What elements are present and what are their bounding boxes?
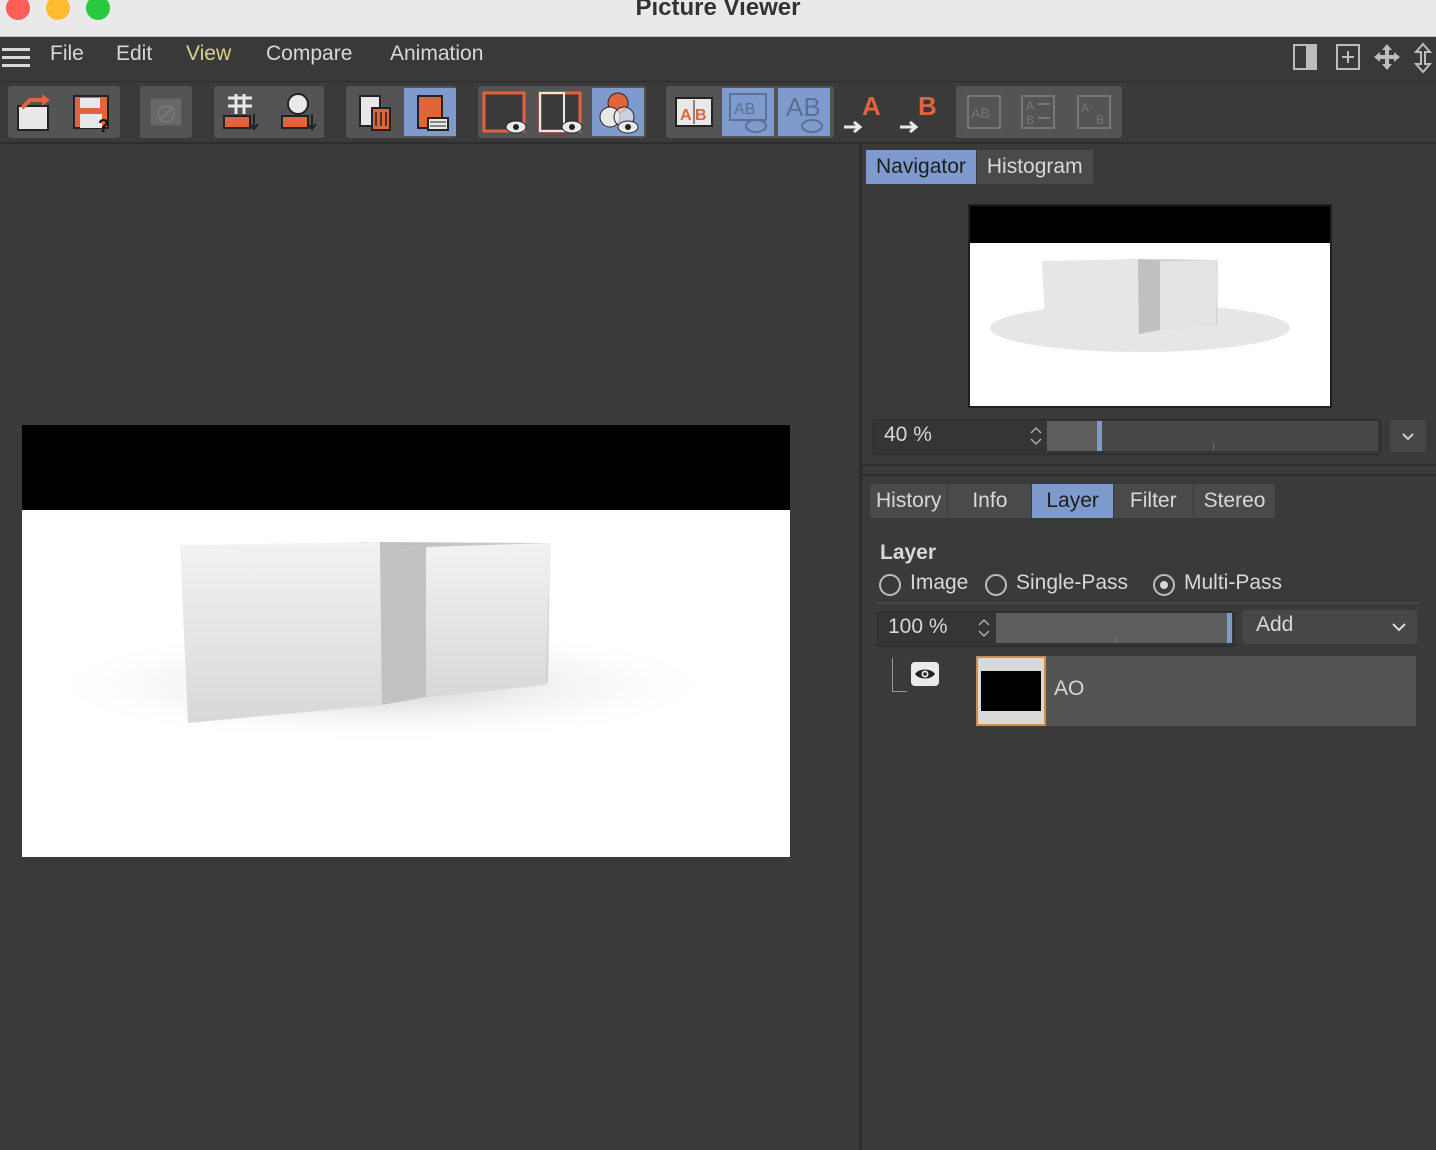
radio-multi-pass-label: Multi-Pass	[1184, 571, 1283, 594]
radio-single-pass-label: Single-Pass	[1016, 571, 1129, 594]
tab-navigator[interactable]: Navigator	[866, 150, 977, 184]
svg-text:AB: AB	[734, 101, 755, 118]
menu-view[interactable]: View	[186, 42, 231, 66]
menu-compare[interactable]: Compare	[266, 42, 352, 66]
navigator-tabbar: Navigator Histogram	[866, 150, 1094, 184]
export-layers-icon[interactable]	[214, 88, 266, 136]
layer-name: AO	[1054, 677, 1085, 700]
menu-animation[interactable]: Animation	[390, 42, 483, 66]
opacity-value[interactable]: 100 %	[888, 615, 948, 639]
stop-render-icon[interactable]	[140, 88, 192, 136]
radio-image-label: Image	[910, 571, 969, 594]
svg-text:?: ?	[98, 116, 109, 134]
ab-swap-icon[interactable]: AB	[1068, 88, 1120, 136]
tree-connector	[892, 658, 907, 692]
export-object-icon[interactable]	[272, 88, 324, 136]
delete-image-icon[interactable]	[348, 88, 400, 136]
new-panel-icon[interactable]	[1335, 43, 1361, 71]
svg-text:A: A	[680, 107, 692, 124]
radio-multi-pass[interactable]	[1153, 574, 1175, 596]
view-channels-icon[interactable]	[592, 88, 644, 136]
layer-visibility-eye-icon[interactable]	[911, 662, 939, 686]
svg-text:AB: AB	[786, 92, 821, 122]
opacity-stepper-icon[interactable]	[976, 615, 992, 641]
menu-file[interactable]: File	[50, 42, 84, 66]
ab-overlay-icon[interactable]: AB	[722, 88, 774, 136]
rendered-image	[22, 425, 790, 857]
layer-thumbnail	[976, 656, 1046, 726]
zoom-slider-tick	[1213, 444, 1214, 451]
svg-text:A: A	[1081, 101, 1089, 115]
view-b-icon[interactable]	[536, 88, 588, 136]
layer-section-title: Layer	[880, 541, 937, 564]
opacity-slider-handle[interactable]	[1227, 613, 1232, 643]
view-a-icon[interactable]	[480, 88, 532, 136]
tab-filter[interactable]: Filter	[1114, 484, 1194, 518]
hamburger-menu-icon[interactable]	[2, 46, 30, 70]
tab-stereo[interactable]: Stereo	[1194, 484, 1277, 518]
set-as-b-icon[interactable]: B	[896, 88, 948, 136]
zoom-slider-fill	[1047, 421, 1097, 451]
ab-difference-icon[interactable]: AB	[778, 88, 830, 136]
zoom-value[interactable]: 40 %	[884, 423, 932, 447]
tab-history[interactable]: History	[870, 484, 949, 518]
radio-image[interactable]	[879, 574, 901, 596]
chevron-down-icon	[1392, 623, 1406, 632]
opacity-slider-fill[interactable]	[996, 613, 1228, 643]
svg-text:A: A	[1026, 99, 1034, 113]
save-as-icon[interactable]: ?	[66, 88, 118, 136]
ab-horizontal-split-icon[interactable]: AB	[1012, 88, 1064, 136]
blend-mode-select[interactable]: Add	[1242, 610, 1417, 644]
tab-layer[interactable]: Layer	[1032, 484, 1114, 518]
zoom-slider-handle[interactable]	[1097, 421, 1102, 451]
resize-vertical-icon[interactable]	[1410, 42, 1436, 74]
layout-panel-icon[interactable]	[1292, 43, 1318, 71]
blend-mode-value: Add	[1256, 613, 1294, 636]
ab-vertical-split-icon[interactable]: AB	[958, 88, 1010, 136]
tab-histogram[interactable]: Histogram	[977, 150, 1094, 184]
tab-info[interactable]: Info	[948, 484, 1033, 518]
svg-text:B: B	[695, 107, 707, 124]
move-icon[interactable]	[1372, 42, 1402, 72]
svg-text:B: B	[1096, 113, 1104, 127]
svg-text:B: B	[918, 91, 937, 121]
navigator-thumbnail[interactable]	[968, 204, 1332, 408]
menu-edit[interactable]: Edit	[116, 42, 152, 66]
svg-text:A: A	[862, 91, 881, 121]
opacity-slider-tick	[1115, 637, 1116, 643]
zoom-dropdown-button[interactable]	[1390, 420, 1426, 452]
open-file-icon[interactable]	[8, 88, 60, 136]
radio-single-pass[interactable]	[985, 574, 1007, 596]
svg-text:B: B	[1026, 113, 1034, 127]
panel-separator	[862, 474, 1436, 476]
zoom-stepper-icon[interactable]	[1028, 423, 1044, 449]
set-as-a-icon[interactable]: A	[840, 88, 892, 136]
section-divider	[876, 602, 1420, 604]
ab-compare-icon[interactable]: AB	[668, 88, 720, 136]
chevron-down-icon	[1402, 433, 1414, 441]
image-list-icon[interactable]	[404, 88, 456, 136]
info-tabbar: History Info Layer Filter Stereo	[870, 484, 1277, 518]
window-title: Picture Viewer	[635, 0, 801, 21]
svg-text:AB: AB	[971, 105, 990, 121]
